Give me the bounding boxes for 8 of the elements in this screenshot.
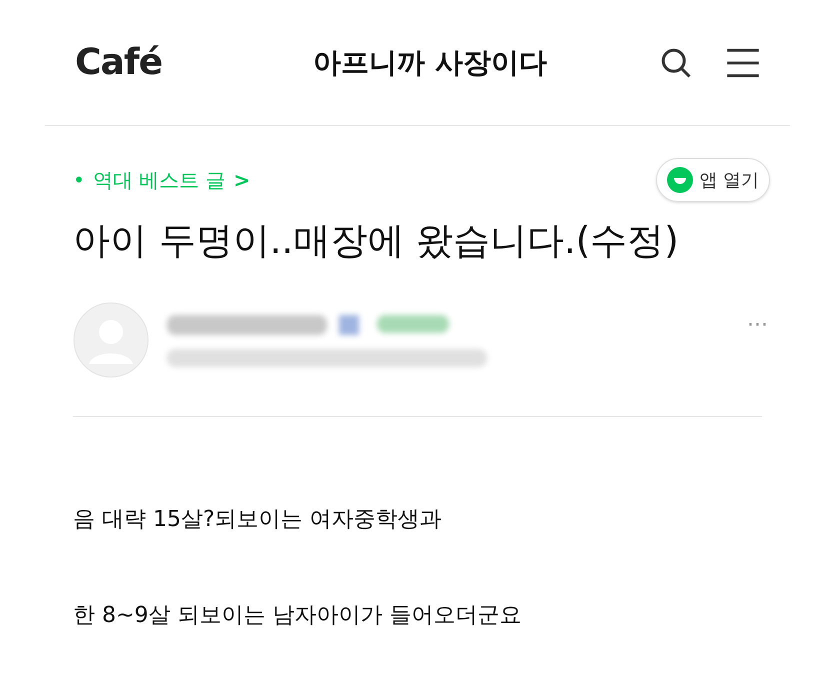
post-paragraph: 음 대략 15살?되보이는 여자중학생과	[73, 506, 443, 534]
cafe-logo[interactable]: Café	[75, 36, 162, 90]
avatar-icon	[73, 302, 149, 378]
cafe-app-icon	[667, 167, 694, 193]
open-app-button[interactable]: 앱 열기	[656, 158, 770, 202]
post-paragraph: 한 8~9살 되보이는 남자아이가 들어오더군요	[73, 602, 522, 630]
cafe-title: 아프니까 사장이다	[313, 44, 547, 80]
post-title: 아이 두명이..매장에 왔습니다.(수정)	[73, 218, 680, 264]
